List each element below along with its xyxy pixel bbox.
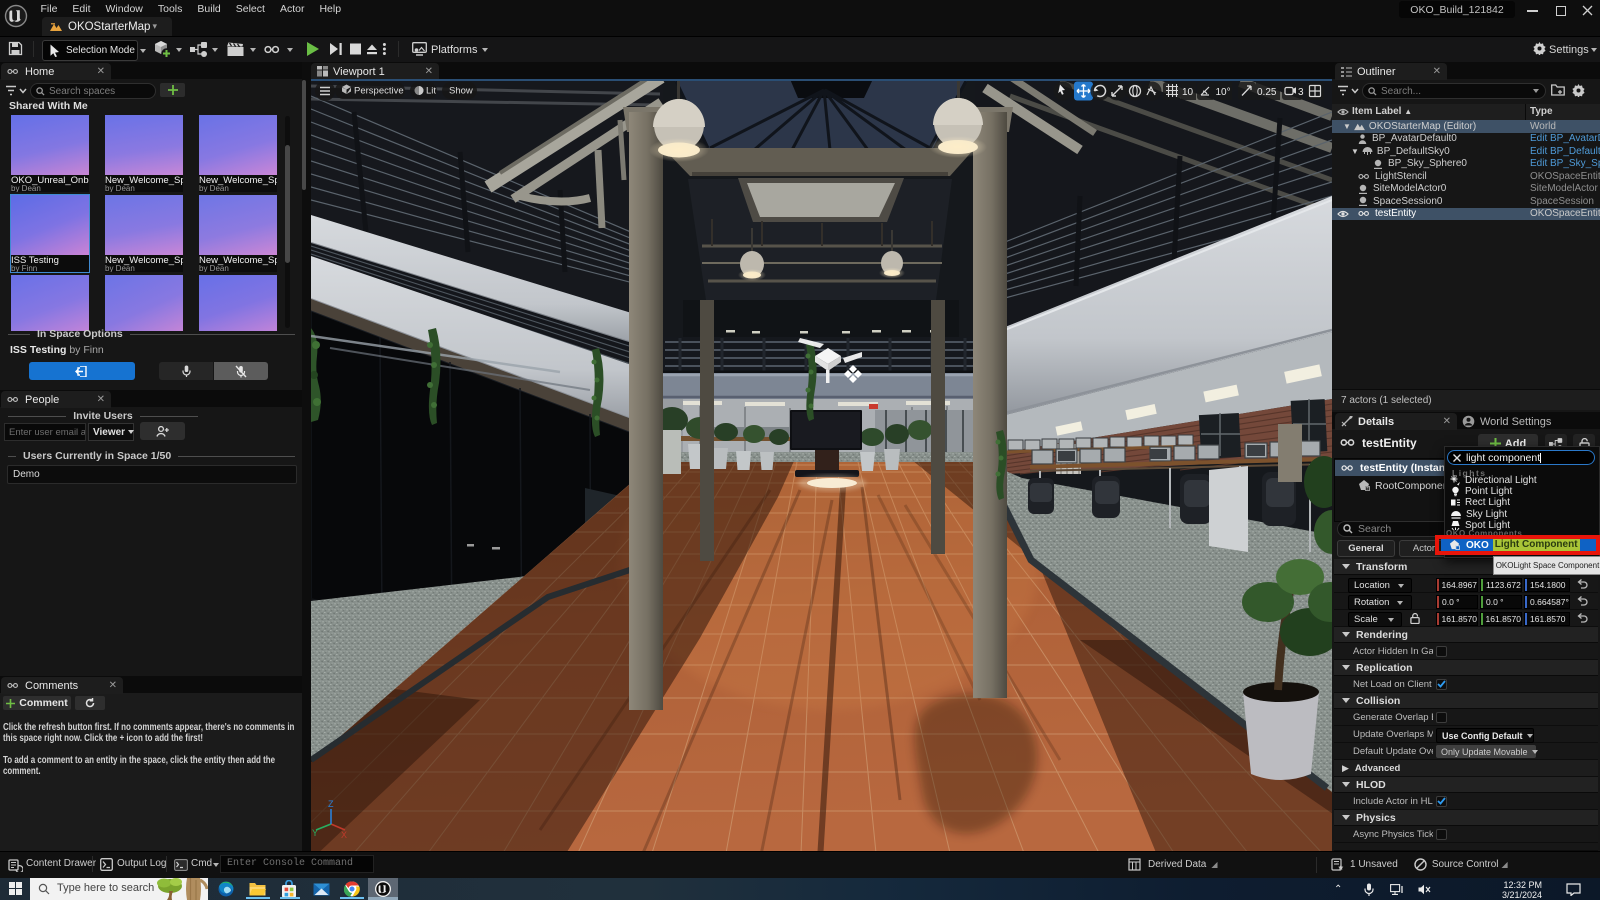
svg-text:0.25: 0.25 [1257,87,1277,98]
svg-text:10°: 10° [1216,87,1231,98]
svg-text:Show: Show [449,86,473,97]
svg-text:10: 10 [1182,87,1194,98]
svg-text:Y: Y [312,828,318,838]
svg-text:Lit: Lit [426,86,436,97]
svg-text:X: X [341,830,347,840]
svg-text:3: 3 [1298,87,1304,98]
svg-text:Z: Z [328,799,334,809]
svg-text:Perspective: Perspective [354,86,404,97]
